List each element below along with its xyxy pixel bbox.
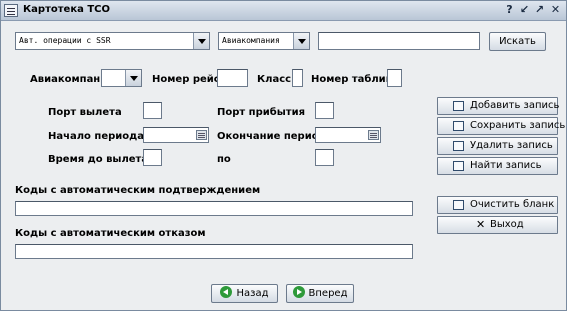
find-record-icon	[453, 161, 464, 171]
search-field-select-value: Авиакомпания	[222, 36, 280, 45]
close-icon: ✕	[476, 218, 486, 231]
window-title: Картотека ТСО	[23, 4, 111, 15]
save-record-button[interactable]: Сохранить запись	[437, 117, 565, 135]
clear-form-label: Очистить бланк	[470, 199, 555, 210]
exit-label: Выход	[490, 219, 524, 230]
period-start-label: Начало периода	[48, 131, 144, 142]
exit-button[interactable]: ✕ Выход	[437, 216, 558, 234]
auto-reject-label: Коды с автоматическим отказом	[15, 228, 206, 239]
maximize-icon[interactable]: ↗	[532, 3, 547, 18]
close-icon[interactable]: ✕	[548, 3, 563, 18]
arrival-port-field[interactable]	[315, 102, 334, 119]
operation-select[interactable]: Авт. операции с SSR	[15, 32, 210, 50]
table-number-field[interactable]	[387, 69, 402, 87]
delete-record-button[interactable]: Удалить запись	[437, 137, 558, 155]
search-input[interactable]	[318, 32, 480, 50]
forward-button[interactable]: Вперед	[286, 284, 354, 303]
find-record-label: Найти запись	[470, 160, 542, 171]
add-record-icon	[453, 101, 464, 111]
arrival-port-label: Порт прибытия	[217, 107, 305, 118]
auto-reject-field[interactable]	[15, 244, 413, 259]
title-bar[interactable]: Картотека ТСО ? ↙ ↗ ✕	[1, 1, 566, 21]
add-record-button[interactable]: Добавить запись	[437, 97, 560, 115]
operation-select-value: Авт. операции с SSR	[19, 36, 111, 45]
time-before-to-label: по	[217, 154, 231, 165]
flight-number-label: Номер рейса	[152, 74, 227, 85]
chevron-down-icon[interactable]	[125, 70, 141, 86]
clear-form-icon	[453, 200, 464, 210]
minimize-icon[interactable]: ↙	[517, 3, 532, 18]
find-record-button[interactable]: Найти запись	[437, 157, 558, 175]
calendar-icon[interactable]	[196, 130, 207, 140]
delete-record-icon	[453, 141, 464, 151]
chevron-down-icon[interactable]	[193, 33, 209, 49]
save-record-label: Сохранить запись	[470, 120, 566, 131]
forward-label: Вперед	[308, 288, 348, 299]
arrow-left-icon	[220, 286, 233, 298]
airline-select[interactable]	[101, 69, 142, 87]
back-label: Назад	[236, 288, 269, 299]
auto-confirm-label: Коды с автоматическим подтверждением	[15, 185, 261, 196]
flight-number-field[interactable]	[217, 69, 248, 87]
time-before-to-field[interactable]	[315, 149, 334, 166]
chevron-down-icon[interactable]	[293, 33, 309, 49]
save-record-icon	[453, 121, 464, 131]
search-field-select[interactable]: Авиакомпания	[218, 32, 310, 50]
back-button[interactable]: Назад	[211, 284, 278, 303]
auto-confirm-field[interactable]	[15, 201, 413, 216]
app-icon	[4, 4, 18, 17]
search-button[interactable]: Искать	[489, 32, 546, 51]
period-start-field[interactable]	[143, 127, 209, 143]
main-window: Картотека ТСО ? ↙ ↗ ✕ Авт. операции с SS…	[0, 0, 567, 311]
add-record-label: Добавить запись	[470, 100, 560, 111]
class-field[interactable]	[292, 69, 303, 87]
help-icon[interactable]: ?	[502, 3, 517, 18]
departure-port-field[interactable]	[143, 102, 162, 119]
time-before-from-field[interactable]	[143, 149, 162, 166]
period-end-field[interactable]	[315, 127, 381, 143]
calendar-icon[interactable]	[368, 130, 379, 140]
clear-form-button[interactable]: Очистить бланк	[437, 196, 558, 214]
delete-record-label: Удалить запись	[470, 140, 553, 151]
departure-port-label: Порт вылета	[48, 107, 122, 118]
class-label: Класс	[257, 74, 292, 85]
arrow-right-icon	[292, 286, 305, 298]
